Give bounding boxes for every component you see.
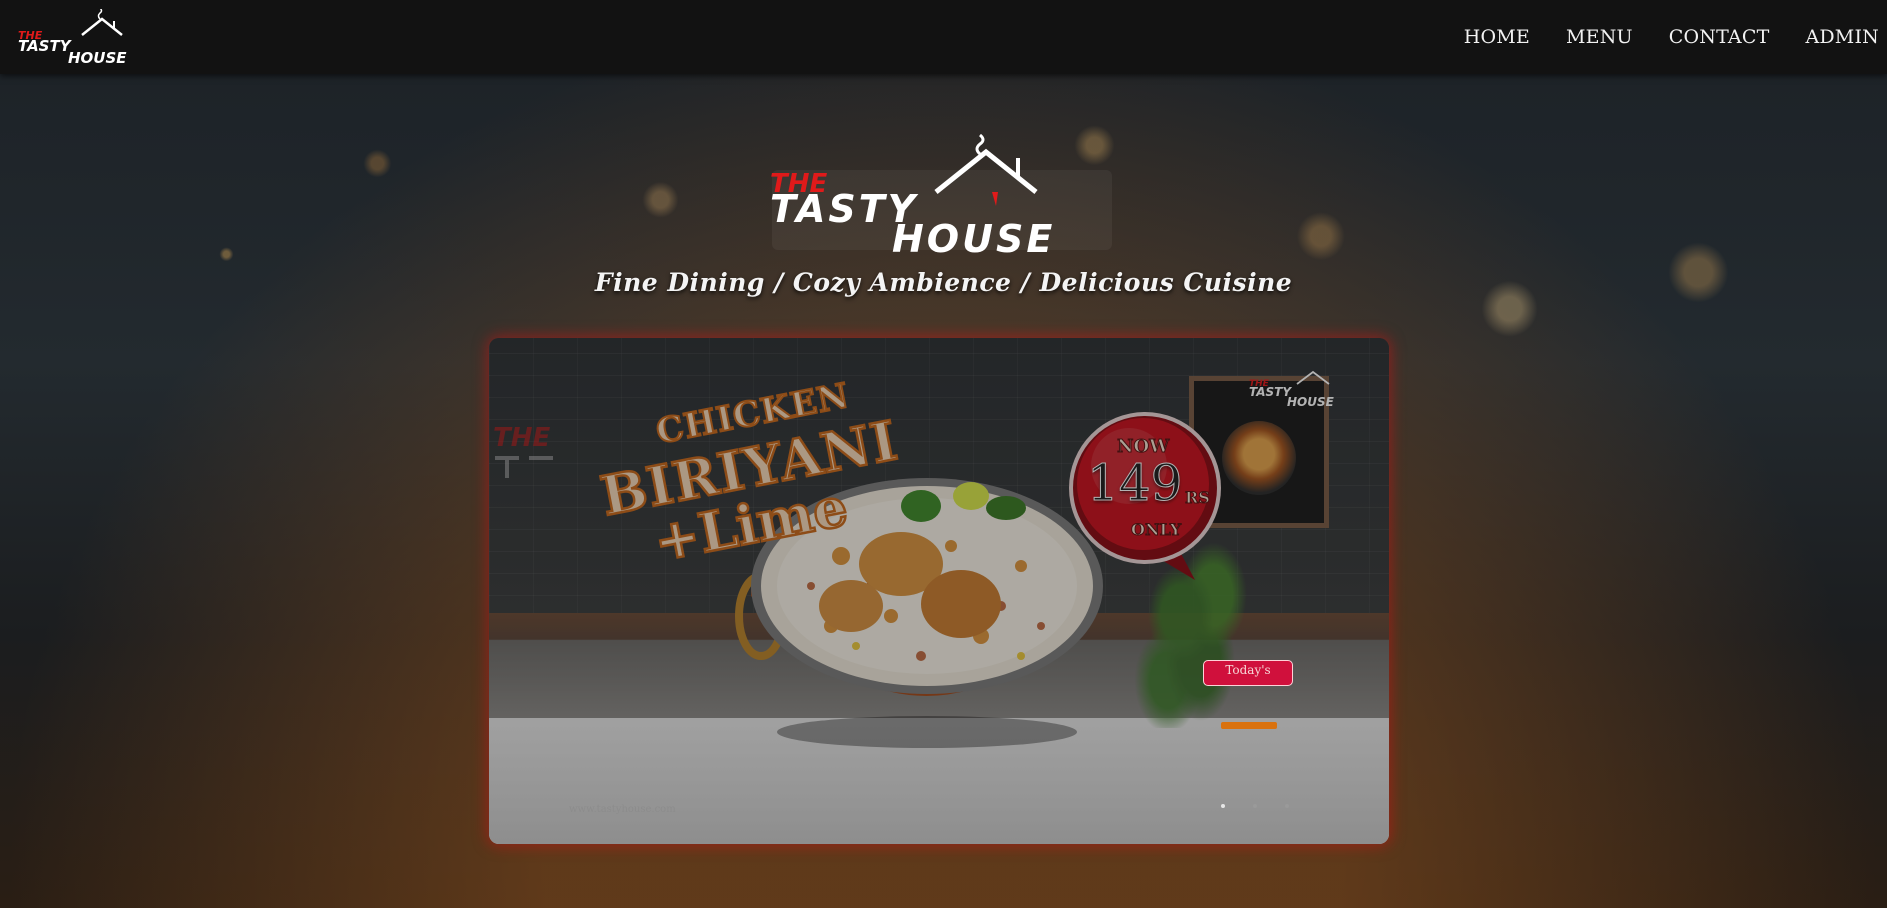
slide-website-text: www.tastyhouse.com (569, 804, 676, 815)
nav-home-link[interactable]: HOME (1464, 26, 1530, 48)
hero-logo-house: HOUSE (892, 217, 1055, 261)
slider-dot-2[interactable] (1253, 804, 1257, 808)
nav-logo[interactable]: THE TASTY HOUSE (16, 7, 156, 67)
slider-dot-3[interactable] (1285, 804, 1289, 808)
slide-dim-overlay (489, 338, 1389, 844)
nav-admin-link[interactable]: ADMIN (1805, 26, 1879, 48)
hero-logo: THE TASTY HOUSE (766, 133, 1116, 264)
slider-dot-1[interactable] (1221, 804, 1225, 808)
promo-slider[interactable]: THE THE TASTY HOUSE CHICKEN BIRIYANI +Li… (489, 338, 1389, 844)
todays-special-button[interactable]: Today's (1203, 660, 1293, 686)
nav-contact-link[interactable]: CONTACT (1669, 26, 1770, 48)
nav-menu-link[interactable]: MENU (1566, 26, 1633, 48)
nav-logo-house: HOUSE (68, 49, 127, 65)
slide-accent-bar (1221, 722, 1277, 729)
nav-links: HOME MENU CONTACT ADMIN (1428, 26, 1879, 48)
hero-tagline: Fine Dining / Cozy Ambience / Delicious … (594, 268, 1293, 297)
top-navbar: THE TASTY HOUSE HOME MENU CONTACT ADMIN (0, 0, 1887, 74)
slider-dots (1221, 804, 1317, 808)
nav-logo-tasty: TASTY (18, 37, 73, 55)
house-logo-icon: THE TASTY HOUSE (18, 7, 127, 67)
